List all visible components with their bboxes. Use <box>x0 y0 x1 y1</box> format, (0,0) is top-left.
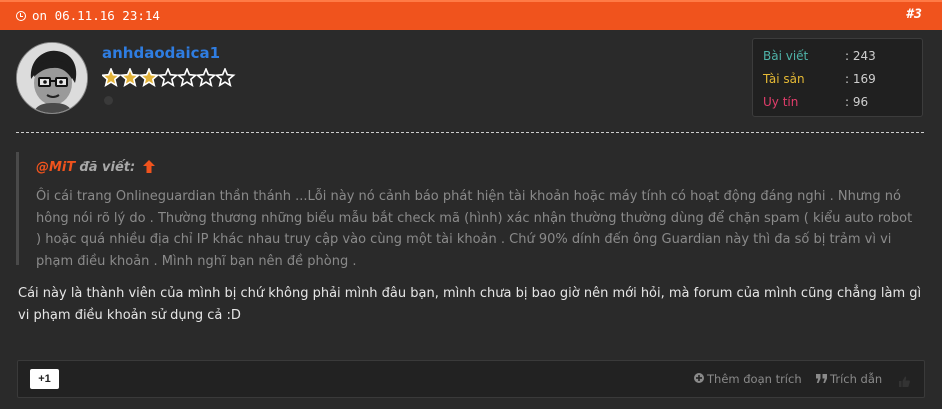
star-empty-icon <box>176 68 198 87</box>
add-excerpt-label: Thêm đoạn trích <box>707 372 802 386</box>
quote-label: Trích dẫn <box>830 372 883 386</box>
quote-icon <box>816 372 827 386</box>
stat-value: : 169 <box>845 72 876 86</box>
star-filled-icon <box>102 68 122 87</box>
post-message: Cái này là thành viên của mình bị chứ kh… <box>18 286 922 323</box>
star-filled-icon <box>138 68 160 87</box>
add-excerpt-button[interactable]: Thêm đoạn trích <box>694 372 802 386</box>
forum-post: on 06.11.16 23:14 #3 anhdaodaica1 Bài vi… <box>0 0 942 409</box>
thumb-up-icon[interactable] <box>898 373 910 387</box>
stat-label: Bài viết <box>763 49 809 63</box>
plus-one-button[interactable]: +1 <box>30 369 59 389</box>
arrow-up-icon[interactable] <box>143 160 156 177</box>
user-stats: Bài viết : 243 Tài sản : 169 Uy tín : 96 <box>752 38 923 117</box>
star-empty-icon <box>214 68 236 87</box>
avatar[interactable] <box>16 42 88 114</box>
divider <box>16 132 924 133</box>
post-date-text: on 06.11.16 23:14 <box>32 8 160 23</box>
stat-label: Uy tín <box>763 95 799 109</box>
username-link[interactable]: anhdaodaica1 <box>102 44 220 62</box>
stat-assets: Tài sản : 169 <box>763 72 913 90</box>
stat-label: Tài sản <box>763 72 805 86</box>
post-header: on 06.11.16 23:14 #3 <box>0 0 942 30</box>
post-date: on 06.11.16 23:14 <box>16 8 160 23</box>
star-rating-icon <box>102 68 236 87</box>
stat-reputation: Uy tín : 96 <box>763 95 913 113</box>
plus-circle-icon <box>694 372 704 386</box>
quote-button[interactable]: Trích dẫn <box>816 372 882 386</box>
quote-author-link[interactable]: @MiT <box>36 160 75 175</box>
star-empty-icon <box>195 68 217 87</box>
star-empty-icon <box>157 68 179 87</box>
stat-value: : 96 <box>845 95 869 109</box>
star-filled-icon <box>119 68 141 87</box>
post-number-link[interactable]: #3 <box>906 7 922 22</box>
quote-header: @MiT đã viết: <box>36 158 156 177</box>
rank-stars <box>102 68 252 88</box>
quote-said-label: đã viết: <box>79 160 136 175</box>
stat-value: : 243 <box>845 49 876 63</box>
quote-block: @MiT đã viết: Ôi cái trang Onlineguardia… <box>16 152 921 269</box>
status-indicator <box>104 96 113 105</box>
quote-text: Ôi cái trang Onlineguardian thần thánh .… <box>36 189 913 269</box>
avatar-face-icon <box>17 43 87 113</box>
post-footer: +1 Thêm đoạn trích Trích dẫn <box>17 360 925 398</box>
stat-posts: Bài viết : 243 <box>763 49 913 67</box>
clock-icon <box>16 11 26 21</box>
